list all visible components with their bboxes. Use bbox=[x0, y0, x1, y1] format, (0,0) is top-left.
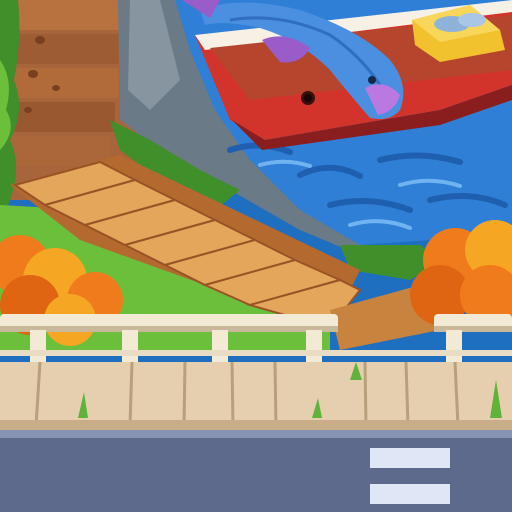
road bbox=[0, 430, 512, 512]
scene-canvas bbox=[0, 0, 512, 512]
game-scene bbox=[0, 0, 512, 512]
sidewalk bbox=[0, 361, 512, 430]
